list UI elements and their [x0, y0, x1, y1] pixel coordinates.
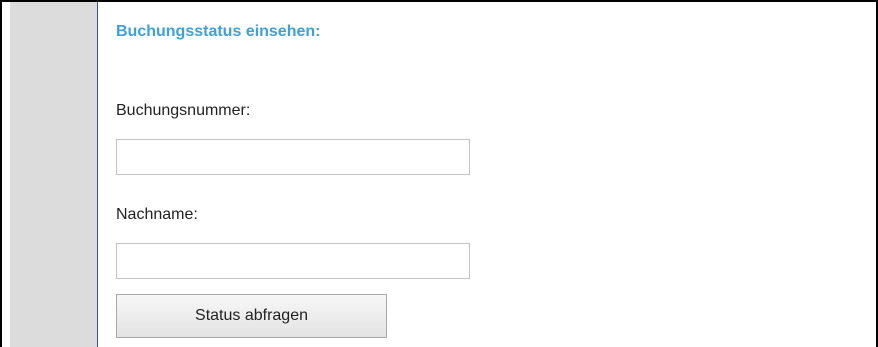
- check-status-button[interactable]: Status abfragen: [116, 294, 387, 338]
- last-name-input[interactable]: [116, 243, 470, 279]
- left-sidebar: [10, 2, 97, 347]
- booking-number-label: Buchungsnummer:: [116, 102, 251, 119]
- page-frame: Buchungsstatus einsehen: Buchungsnummer:…: [0, 0, 878, 347]
- booking-status-panel: Buchungsstatus einsehen: Buchungsnummer:…: [98, 2, 876, 347]
- last-name-label: Nachname:: [116, 206, 198, 223]
- page-title: Buchungsstatus einsehen:: [116, 23, 321, 40]
- booking-number-input[interactable]: [116, 139, 470, 175]
